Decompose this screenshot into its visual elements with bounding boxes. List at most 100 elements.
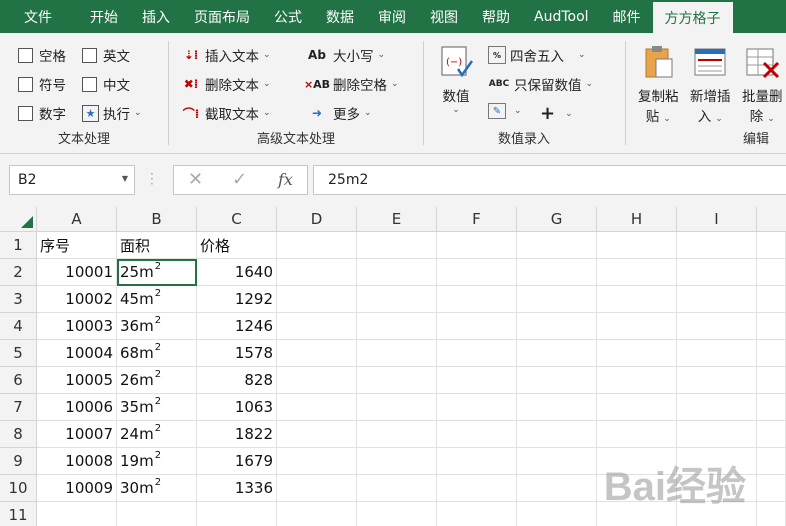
cell-f7[interactable] bbox=[437, 394, 517, 421]
cell-a6[interactable]: 10005 bbox=[37, 367, 117, 394]
cell-h4[interactable] bbox=[597, 313, 677, 340]
cell-i6[interactable] bbox=[677, 367, 757, 394]
cell-c4[interactable]: 1246 bbox=[197, 313, 277, 340]
tab-data[interactable]: 数据 bbox=[314, 0, 366, 33]
cell-c5[interactable]: 1578 bbox=[197, 340, 277, 367]
cell-i1[interactable] bbox=[677, 232, 757, 259]
row-header-4[interactable]: 4 bbox=[0, 313, 37, 340]
execute-button[interactable]: ★ 执行 ⌄ bbox=[82, 103, 142, 123]
cell-c10[interactable]: 1336 bbox=[197, 475, 277, 502]
cell-c8[interactable]: 1822 bbox=[197, 421, 277, 448]
cell-d1[interactable] bbox=[277, 232, 357, 259]
cell-i8[interactable] bbox=[677, 421, 757, 448]
column-header-a[interactable]: A bbox=[37, 207, 117, 232]
cell-c11[interactable] bbox=[197, 502, 277, 526]
checkbox-chinese[interactable]: 中文 bbox=[82, 74, 130, 94]
cell-g11[interactable] bbox=[517, 502, 597, 526]
new-insert-button[interactable]: 新增插 入 ⌄ bbox=[690, 43, 731, 125]
delete-text-button[interactable]: ✖⁞ 删除文本 ⌄ bbox=[181, 74, 271, 94]
cell-e11[interactable] bbox=[357, 502, 437, 526]
cell-g10[interactable] bbox=[517, 475, 597, 502]
cell-h1[interactable] bbox=[597, 232, 677, 259]
cell-f1[interactable] bbox=[437, 232, 517, 259]
cell-f11[interactable] bbox=[437, 502, 517, 526]
cell-g6[interactable] bbox=[517, 367, 597, 394]
cell-b6[interactable]: 26m 2 bbox=[117, 367, 197, 394]
cell-d10[interactable] bbox=[277, 475, 357, 502]
cell-e3[interactable] bbox=[357, 286, 437, 313]
cell-a8[interactable]: 10007 bbox=[37, 421, 117, 448]
cell-a7[interactable]: 10006 bbox=[37, 394, 117, 421]
cell-e10[interactable] bbox=[357, 475, 437, 502]
cell-i2[interactable] bbox=[677, 259, 757, 286]
cell-b10[interactable]: 30m 2 bbox=[117, 475, 197, 502]
cell-h8[interactable] bbox=[597, 421, 677, 448]
tab-review[interactable]: 审阅 bbox=[366, 0, 418, 33]
cell-e7[interactable] bbox=[357, 394, 437, 421]
cell-h3[interactable] bbox=[597, 286, 677, 313]
cell-f3[interactable] bbox=[437, 286, 517, 313]
cell-d3[interactable] bbox=[277, 286, 357, 313]
column-header-e[interactable]: E bbox=[357, 207, 437, 232]
row-header-3[interactable]: 3 bbox=[0, 286, 37, 313]
cell-a3[interactable]: 10002 bbox=[37, 286, 117, 313]
cell-b4[interactable]: 36m 2 bbox=[117, 313, 197, 340]
tab-insert[interactable]: 插入 bbox=[130, 0, 182, 33]
name-box[interactable]: B2 ▼ bbox=[9, 165, 135, 195]
tab-view[interactable]: 视图 bbox=[418, 0, 470, 33]
cell-g9[interactable] bbox=[517, 448, 597, 475]
cell-i5[interactable] bbox=[677, 340, 757, 367]
batch-delete-button[interactable]: 批量删 除 ⌄ bbox=[742, 43, 783, 125]
cell-d5[interactable] bbox=[277, 340, 357, 367]
case-button[interactable]: Ab 大小写 ⌄ bbox=[305, 45, 385, 65]
cell-b5[interactable]: 68m 2 bbox=[117, 340, 197, 367]
row-header-6[interactable]: 6 bbox=[0, 367, 37, 394]
cell-g8[interactable] bbox=[517, 421, 597, 448]
checkbox-box[interactable] bbox=[82, 76, 97, 92]
cell-a1[interactable]: 序号 bbox=[37, 232, 117, 259]
cell-e8[interactable] bbox=[357, 421, 437, 448]
column-header-c[interactable]: C bbox=[197, 207, 277, 232]
cell-i4[interactable] bbox=[677, 313, 757, 340]
round-button[interactable]: % 四舍五入 ⌄ bbox=[488, 45, 586, 65]
drag-handle-icon[interactable]: · · · bbox=[150, 168, 154, 190]
cell-d8[interactable] bbox=[277, 421, 357, 448]
cell-a5[interactable]: 10004 bbox=[37, 340, 117, 367]
more-button[interactable]: ➜ 更多 ⌄ bbox=[305, 103, 372, 123]
value-button[interactable]: (−) 数值 ⌄ bbox=[438, 43, 474, 115]
checkbox-space[interactable]: 空格 bbox=[18, 45, 66, 65]
cell-a4[interactable]: 10003 bbox=[37, 313, 117, 340]
cell-a11[interactable] bbox=[37, 502, 117, 526]
row-header-7[interactable]: 7 bbox=[0, 394, 37, 421]
tab-home[interactable]: 开始 bbox=[78, 0, 130, 33]
cell-h6[interactable] bbox=[597, 367, 677, 394]
cell-h2[interactable] bbox=[597, 259, 677, 286]
cell-d4[interactable] bbox=[277, 313, 357, 340]
cell-f5[interactable] bbox=[437, 340, 517, 367]
cell-j1[interactable] bbox=[757, 232, 786, 259]
cell-h5[interactable] bbox=[597, 340, 677, 367]
cell-d11[interactable] bbox=[277, 502, 357, 526]
cell-j3[interactable] bbox=[757, 286, 786, 313]
checkbox-digit[interactable]: 数字 bbox=[18, 103, 66, 123]
cell-g5[interactable] bbox=[517, 340, 597, 367]
tab-page-layout[interactable]: 页面布局 bbox=[182, 0, 262, 33]
cell-c3[interactable]: 1292 bbox=[197, 286, 277, 313]
row-header-11[interactable]: 11 bbox=[0, 502, 37, 526]
cell-a2[interactable]: 10001 bbox=[37, 259, 117, 286]
cell-f8[interactable] bbox=[437, 421, 517, 448]
column-header-g[interactable]: G bbox=[517, 207, 597, 232]
cell-h7[interactable] bbox=[597, 394, 677, 421]
checkbox-box[interactable] bbox=[82, 47, 97, 63]
cell-i7[interactable] bbox=[677, 394, 757, 421]
column-header-f[interactable]: F bbox=[437, 207, 517, 232]
tab-audtool[interactable]: AudTool bbox=[522, 0, 601, 33]
copy-paste-button[interactable]: 复制粘 贴 ⌄ bbox=[638, 43, 679, 125]
cell-a9[interactable]: 10008 bbox=[37, 448, 117, 475]
row-header-2[interactable]: 2 bbox=[0, 259, 37, 286]
tab-formulas[interactable]: 公式 bbox=[262, 0, 314, 33]
cell-g4[interactable] bbox=[517, 313, 597, 340]
tab-file[interactable]: 文件 bbox=[0, 0, 78, 33]
cell-f9[interactable] bbox=[437, 448, 517, 475]
truncate-text-button[interactable]: ⌒⁞ 截取文本 ⌄ bbox=[181, 103, 271, 124]
